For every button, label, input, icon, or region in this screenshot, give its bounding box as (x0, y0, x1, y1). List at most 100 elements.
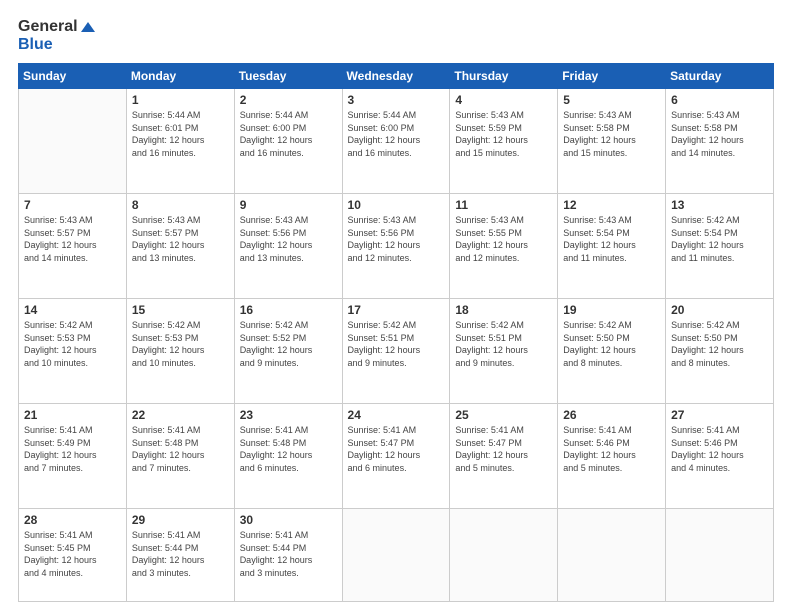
day-number: 30 (240, 513, 337, 527)
day-info: Sunrise: 5:41 AM Sunset: 5:45 PM Dayligh… (24, 529, 121, 579)
calendar-cell: 28 Sunrise: 5:41 AM Sunset: 5:45 PM Dayli… (19, 508, 127, 601)
day-info: Sunrise: 5:41 AM Sunset: 5:46 PM Dayligh… (671, 424, 768, 474)
day-info: Sunrise: 5:41 AM Sunset: 5:47 PM Dayligh… (348, 424, 445, 474)
calendar-cell: 1 Sunrise: 5:44 AM Sunset: 6:01 PM Daylig… (126, 89, 234, 194)
day-number: 24 (348, 408, 445, 422)
day-number: 28 (24, 513, 121, 527)
day-info: Sunrise: 5:43 AM Sunset: 5:57 PM Dayligh… (132, 214, 229, 264)
day-info: Sunrise: 5:41 AM Sunset: 5:46 PM Dayligh… (563, 424, 660, 474)
calendar-cell: 15 Sunrise: 5:42 AM Sunset: 5:53 PM Dayli… (126, 299, 234, 404)
day-number: 1 (132, 93, 229, 107)
calendar-cell: 24 Sunrise: 5:41 AM Sunset: 5:47 PM Dayli… (342, 404, 450, 509)
calendar-cell: 25Sunrise: 5:41 AM Sunset: 5:47 PM Dayli… (450, 404, 558, 509)
calendar-cell: 29 Sunrise: 5:41 AM Sunset: 5:44 PM Dayli… (126, 508, 234, 601)
day-info: Sunrise: 5:43 AM Sunset: 5:59 PM Dayligh… (455, 109, 552, 159)
day-info: Sunrise: 5:42 AM Sunset: 5:51 PM Dayligh… (348, 319, 445, 369)
calendar-table: SundayMondayTuesdayWednesdayThursdayFrid… (18, 63, 774, 602)
calendar-cell: 5 Sunrise: 5:43 AM Sunset: 5:58 PM Daylig… (558, 89, 666, 194)
day-info: Sunrise: 5:42 AM Sunset: 5:53 PM Dayligh… (24, 319, 121, 369)
calendar-cell (558, 508, 666, 601)
day-number: 23 (240, 408, 337, 422)
day-info: Sunrise: 5:43 AM Sunset: 5:58 PM Dayligh… (563, 109, 660, 159)
day-info: Sunrise: 5:41 AM Sunset: 5:48 PM Dayligh… (132, 424, 229, 474)
day-number: 7 (24, 198, 121, 212)
calendar-cell: 26 Sunrise: 5:41 AM Sunset: 5:46 PM Dayli… (558, 404, 666, 509)
day-of-week-header: Tuesday (234, 64, 342, 89)
day-of-week-header: Saturday (666, 64, 774, 89)
calendar-week-row: 7 Sunrise: 5:43 AM Sunset: 5:57 PM Daylig… (19, 194, 774, 299)
day-number: 2 (240, 93, 337, 107)
logo-general: General (18, 18, 95, 36)
calendar-cell: 19 Sunrise: 5:42 AM Sunset: 5:50 PM Dayli… (558, 299, 666, 404)
day-number: 25 (455, 408, 552, 422)
calendar-cell: 27Sunrise: 5:41 AM Sunset: 5:46 PM Dayli… (666, 404, 774, 509)
calendar-cell: 21 Sunrise: 5:41 AM Sunset: 5:49 PM Dayli… (19, 404, 127, 509)
day-number: 18 (455, 303, 552, 317)
day-info: Sunrise: 5:43 AM Sunset: 5:56 PM Dayligh… (240, 214, 337, 264)
day-number: 6 (671, 93, 768, 107)
day-number: 14 (24, 303, 121, 317)
day-info: Sunrise: 5:41 AM Sunset: 5:49 PM Dayligh… (24, 424, 121, 474)
day-number: 20 (671, 303, 768, 317)
day-info: Sunrise: 5:44 AM Sunset: 6:00 PM Dayligh… (348, 109, 445, 159)
day-info: Sunrise: 5:42 AM Sunset: 5:50 PM Dayligh… (671, 319, 768, 369)
calendar-cell: 2 Sunrise: 5:44 AM Sunset: 6:00 PM Daylig… (234, 89, 342, 194)
calendar-week-row: 21 Sunrise: 5:41 AM Sunset: 5:49 PM Dayli… (19, 404, 774, 509)
day-number: 9 (240, 198, 337, 212)
day-info: Sunrise: 5:42 AM Sunset: 5:54 PM Dayligh… (671, 214, 768, 264)
day-number: 12 (563, 198, 660, 212)
calendar-cell: 12Sunrise: 5:43 AM Sunset: 5:54 PM Dayli… (558, 194, 666, 299)
day-info: Sunrise: 5:43 AM Sunset: 5:55 PM Dayligh… (455, 214, 552, 264)
calendar-cell: 11 Sunrise: 5:43 AM Sunset: 5:55 PM Dayli… (450, 194, 558, 299)
day-info: Sunrise: 5:41 AM Sunset: 5:48 PM Dayligh… (240, 424, 337, 474)
day-info: Sunrise: 5:43 AM Sunset: 5:56 PM Dayligh… (348, 214, 445, 264)
calendar-cell (19, 89, 127, 194)
calendar-cell: 10 Sunrise: 5:43 AM Sunset: 5:56 PM Dayli… (342, 194, 450, 299)
day-of-week-header: Wednesday (342, 64, 450, 89)
day-info: Sunrise: 5:42 AM Sunset: 5:52 PM Dayligh… (240, 319, 337, 369)
day-info: Sunrise: 5:43 AM Sunset: 5:58 PM Dayligh… (671, 109, 768, 159)
calendar-cell: 13 Sunrise: 5:42 AM Sunset: 5:54 PM Dayli… (666, 194, 774, 299)
calendar-cell: 23 Sunrise: 5:41 AM Sunset: 5:48 PM Dayli… (234, 404, 342, 509)
day-info: Sunrise: 5:44 AM Sunset: 6:00 PM Dayligh… (240, 109, 337, 159)
day-number: 19 (563, 303, 660, 317)
calendar-cell (450, 508, 558, 601)
calendar-week-row: 14 Sunrise: 5:42 AM Sunset: 5:53 PM Dayli… (19, 299, 774, 404)
calendar-cell: 18 Sunrise: 5:42 AM Sunset: 5:51 PM Dayli… (450, 299, 558, 404)
calendar-cell: 4 Sunrise: 5:43 AM Sunset: 5:59 PM Daylig… (450, 89, 558, 194)
day-info: Sunrise: 5:42 AM Sunset: 5:51 PM Dayligh… (455, 319, 552, 369)
day-number: 21 (24, 408, 121, 422)
calendar-cell (342, 508, 450, 601)
day-of-week-header: Thursday (450, 64, 558, 89)
calendar-cell: 17 Sunrise: 5:42 AM Sunset: 5:51 PM Dayli… (342, 299, 450, 404)
day-of-week-header: Friday (558, 64, 666, 89)
day-info: Sunrise: 5:42 AM Sunset: 5:50 PM Dayligh… (563, 319, 660, 369)
days-header-row: SundayMondayTuesdayWednesdayThursdayFrid… (19, 64, 774, 89)
calendar-cell: 6 Sunrise: 5:43 AM Sunset: 5:58 PM Daylig… (666, 89, 774, 194)
calendar-cell: 16Sunrise: 5:42 AM Sunset: 5:52 PM Dayli… (234, 299, 342, 404)
day-of-week-header: Sunday (19, 64, 127, 89)
day-info: Sunrise: 5:43 AM Sunset: 5:57 PM Dayligh… (24, 214, 121, 264)
day-number: 5 (563, 93, 660, 107)
day-number: 26 (563, 408, 660, 422)
calendar-cell: 30Sunrise: 5:41 AM Sunset: 5:44 PM Dayli… (234, 508, 342, 601)
day-info: Sunrise: 5:44 AM Sunset: 6:01 PM Dayligh… (132, 109, 229, 159)
day-number: 17 (348, 303, 445, 317)
calendar-cell: 20 Sunrise: 5:42 AM Sunset: 5:50 PM Dayli… (666, 299, 774, 404)
day-info: Sunrise: 5:41 AM Sunset: 5:44 PM Dayligh… (132, 529, 229, 579)
day-number: 13 (671, 198, 768, 212)
header: General Blue (18, 18, 774, 53)
day-number: 10 (348, 198, 445, 212)
day-number: 8 (132, 198, 229, 212)
calendar-week-row: 1 Sunrise: 5:44 AM Sunset: 6:01 PM Daylig… (19, 89, 774, 194)
day-number: 11 (455, 198, 552, 212)
day-number: 29 (132, 513, 229, 527)
calendar-cell: 22Sunrise: 5:41 AM Sunset: 5:48 PM Dayli… (126, 404, 234, 509)
day-number: 15 (132, 303, 229, 317)
logo-mark: General Blue (18, 18, 95, 53)
calendar-cell: 3 Sunrise: 5:44 AM Sunset: 6:00 PM Daylig… (342, 89, 450, 194)
day-number: 3 (348, 93, 445, 107)
day-number: 4 (455, 93, 552, 107)
day-info: Sunrise: 5:42 AM Sunset: 5:53 PM Dayligh… (132, 319, 229, 369)
logo-blue: Blue (18, 36, 95, 54)
